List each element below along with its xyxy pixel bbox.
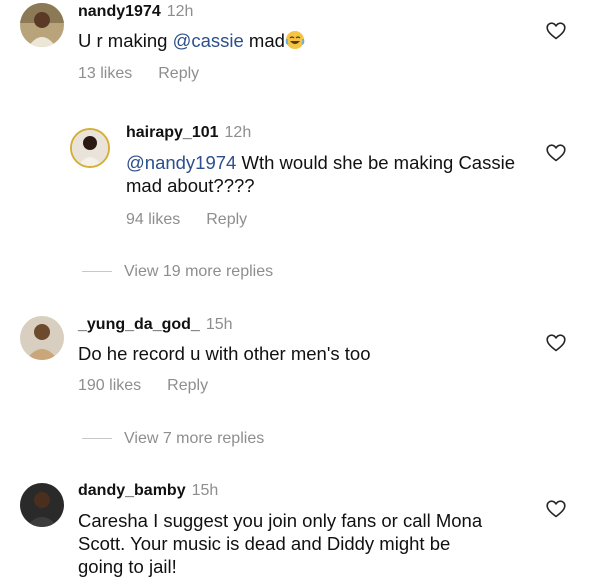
comment-username[interactable]: dandy_bamby 15h xyxy=(78,482,218,500)
avatar[interactable] xyxy=(20,3,64,47)
avatar[interactable] xyxy=(20,316,64,360)
view-more-replies[interactable]: View 7 more replies xyxy=(82,430,264,448)
comment-username[interactable]: hairapy_101 12h xyxy=(126,124,251,142)
avatar[interactable] xyxy=(20,483,64,527)
comment-username[interactable]: nandy1974 12h xyxy=(78,3,193,21)
comment-text: Do he record u with other men's too xyxy=(78,343,371,364)
heart-outline-icon[interactable] xyxy=(546,500,566,518)
comment-text: U r making @cassie mad xyxy=(78,29,518,52)
view-more-replies[interactable]: View 19 more replies xyxy=(82,263,273,281)
divider xyxy=(82,271,112,273)
heart-outline-icon[interactable] xyxy=(546,334,566,352)
heart-outline-icon[interactable] xyxy=(546,144,566,162)
likes-count[interactable]: 94 likes xyxy=(126,211,180,228)
comment-username[interactable]: _yung_da_god_ 15h xyxy=(78,316,233,334)
comment-text: Caresha I suggest you join only fans or … xyxy=(78,510,483,577)
comment-meta: 13 likes Reply xyxy=(78,65,199,83)
comment-meta: 94 likes Reply xyxy=(126,211,247,229)
reply-button[interactable]: Reply xyxy=(206,211,247,228)
divider xyxy=(82,438,112,440)
reply-button[interactable]: Reply xyxy=(158,65,199,82)
avatar[interactable] xyxy=(70,128,110,168)
mention-link[interactable]: @nandy1974 xyxy=(126,152,236,173)
comment-time: 12h xyxy=(166,3,194,20)
comment-time: 12h xyxy=(224,124,252,141)
likes-count[interactable]: 13 likes xyxy=(78,65,132,82)
likes-count[interactable]: 190 likes xyxy=(78,377,141,394)
laughing-crying-emoji-icon xyxy=(285,30,305,50)
comment-text: @nandy1974 Wth would she be making Cassi… xyxy=(126,152,515,196)
mention-link[interactable]: @cassie xyxy=(173,30,244,51)
comment-time: 15h xyxy=(205,316,233,333)
comment-time: 15h xyxy=(191,482,219,499)
comment-meta: 190 likes Reply xyxy=(78,377,208,395)
reply-button[interactable]: Reply xyxy=(167,377,208,394)
heart-outline-icon[interactable] xyxy=(546,22,566,40)
